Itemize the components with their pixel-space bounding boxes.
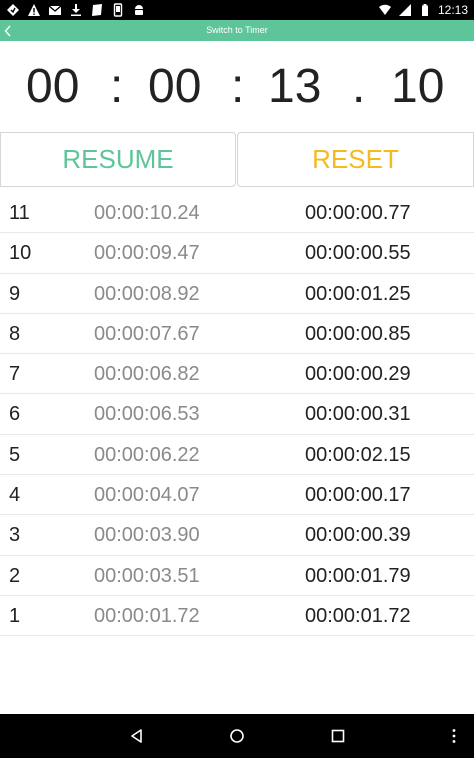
lap-number: 8 bbox=[9, 322, 21, 345]
status-time: 12:13 bbox=[437, 3, 468, 17]
system-icons: 12:13 bbox=[378, 2, 468, 18]
pages-icon bbox=[92, 4, 102, 16]
lap-number: 5 bbox=[9, 443, 21, 466]
lap-row: 7 00:00:06.82 00:00:00.29 bbox=[0, 354, 474, 395]
lap-total-time: 00:00:03.51 bbox=[94, 564, 200, 587]
lap-row: 6 00:00:06.53 00:00:00.31 bbox=[0, 394, 474, 435]
timer-hours: 00 bbox=[26, 60, 80, 113]
lap-split-time: 00:00:00.55 bbox=[305, 242, 411, 265]
lap-number: 3 bbox=[9, 524, 21, 547]
lap-split-time: 00:00:01.25 bbox=[305, 282, 411, 305]
lap-list: 11 00:00:10.24 00:00:00.77 10 00:00:09.47 00:… bbox=[0, 193, 474, 637]
lap-row: 8 00:00:07.67 00:00:00.85 bbox=[0, 314, 474, 355]
phone-icon bbox=[113, 3, 123, 17]
nav-home-button[interactable] bbox=[217, 714, 257, 758]
lap-total-time: 00:00:06.82 bbox=[94, 363, 200, 386]
lap-split-time: 00:00:01.79 bbox=[305, 564, 411, 587]
location-icon bbox=[7, 4, 19, 16]
timer-separator-colon: : bbox=[110, 60, 124, 113]
timer-minutes: 00 bbox=[148, 60, 202, 113]
timer-hundredths: 10 bbox=[391, 60, 445, 113]
lap-total-time: 00:00:06.22 bbox=[94, 443, 200, 466]
warning-icon bbox=[28, 4, 40, 16]
timer-separator-dot: . bbox=[352, 60, 366, 113]
download-icon bbox=[71, 4, 81, 16]
lap-number: 2 bbox=[9, 564, 21, 587]
lap-row: 11 00:00:10.24 00:00:00.77 bbox=[0, 193, 474, 234]
lap-total-time: 00:00:01.72 bbox=[94, 604, 200, 627]
lap-row: 5 00:00:06.22 00:00:02.15 bbox=[0, 435, 474, 476]
lap-total-time: 00:00:10.24 bbox=[94, 202, 200, 224]
status-bar: 12:13 bbox=[0, 0, 474, 20]
lap-split-time: 00:00:00.31 bbox=[305, 403, 411, 426]
resume-button[interactable]: RESUME bbox=[0, 132, 236, 187]
back-triangle-icon bbox=[131, 729, 142, 743]
timer-seconds: 13 bbox=[268, 60, 322, 113]
lap-split-time: 00:00:00.85 bbox=[305, 322, 411, 345]
lap-number: 7 bbox=[9, 363, 21, 386]
gmail-icon bbox=[48, 5, 62, 15]
lap-number: 9 bbox=[9, 282, 21, 305]
lap-split-time: 00:00:00.29 bbox=[305, 363, 411, 386]
lap-total-time: 00:00:06.53 bbox=[94, 403, 200, 426]
switch-to-timer-link[interactable]: Switch to Timer bbox=[0, 20, 474, 41]
lap-number: 11 bbox=[9, 202, 30, 224]
lap-number: 6 bbox=[9, 403, 21, 426]
lap-split-time: 00:00:00.39 bbox=[305, 524, 411, 547]
lap-total-time: 00:00:08.92 bbox=[94, 282, 200, 305]
timer-separator-colon: : bbox=[231, 60, 245, 113]
lap-total-time: 00:00:03.90 bbox=[94, 524, 200, 547]
recents-square-icon bbox=[331, 729, 345, 743]
overflow-menu-icon bbox=[452, 729, 456, 743]
nav-overflow-button[interactable] bbox=[434, 714, 474, 758]
lap-split-time: 00:00:00.77 bbox=[305, 202, 411, 224]
lap-split-time: 00:00:01.72 bbox=[305, 604, 411, 627]
lap-number: 4 bbox=[9, 484, 21, 507]
home-circle-icon bbox=[230, 729, 244, 743]
wifi-icon bbox=[378, 4, 391, 15]
lap-row: 2 00:00:03.51 00:00:01.79 bbox=[0, 556, 474, 596]
navigation-bar bbox=[0, 714, 474, 758]
lap-number: 1 bbox=[9, 604, 21, 627]
reset-button[interactable]: RESET bbox=[237, 132, 474, 187]
lap-split-time: 00:00:02.15 bbox=[305, 443, 411, 466]
lap-row: 1 00:00:01.72 00:00:01.72 bbox=[0, 596, 474, 637]
nav-recents-button[interactable] bbox=[318, 714, 358, 758]
lap-split-time: 00:00:00.17 bbox=[305, 484, 411, 507]
android-icon bbox=[135, 5, 143, 15]
battery-icon bbox=[421, 4, 428, 16]
lap-row: 3 00:00:03.90 00:00:00.39 bbox=[0, 515, 474, 556]
lap-total-time: 00:00:04.07 bbox=[94, 484, 200, 507]
stopwatch-display: 00 : 00 : 13 . 10 bbox=[0, 41, 474, 132]
nav-back-button[interactable] bbox=[117, 714, 157, 758]
lap-number: 10 bbox=[9, 242, 32, 265]
lap-row: 9 00:00:08.92 00:00:01.25 bbox=[0, 274, 474, 314]
signal-icon bbox=[398, 4, 411, 16]
notification-icons bbox=[6, 2, 146, 18]
lap-row: 10 00:00:09.47 00:00:00.55 bbox=[0, 233, 474, 274]
lap-row: 4 00:00:04.07 00:00:00.17 bbox=[0, 475, 474, 516]
lap-total-time: 00:00:09.47 bbox=[94, 242, 200, 265]
top-bar: Switch to Timer bbox=[0, 20, 474, 41]
lap-total-time: 00:00:07.67 bbox=[94, 322, 200, 345]
